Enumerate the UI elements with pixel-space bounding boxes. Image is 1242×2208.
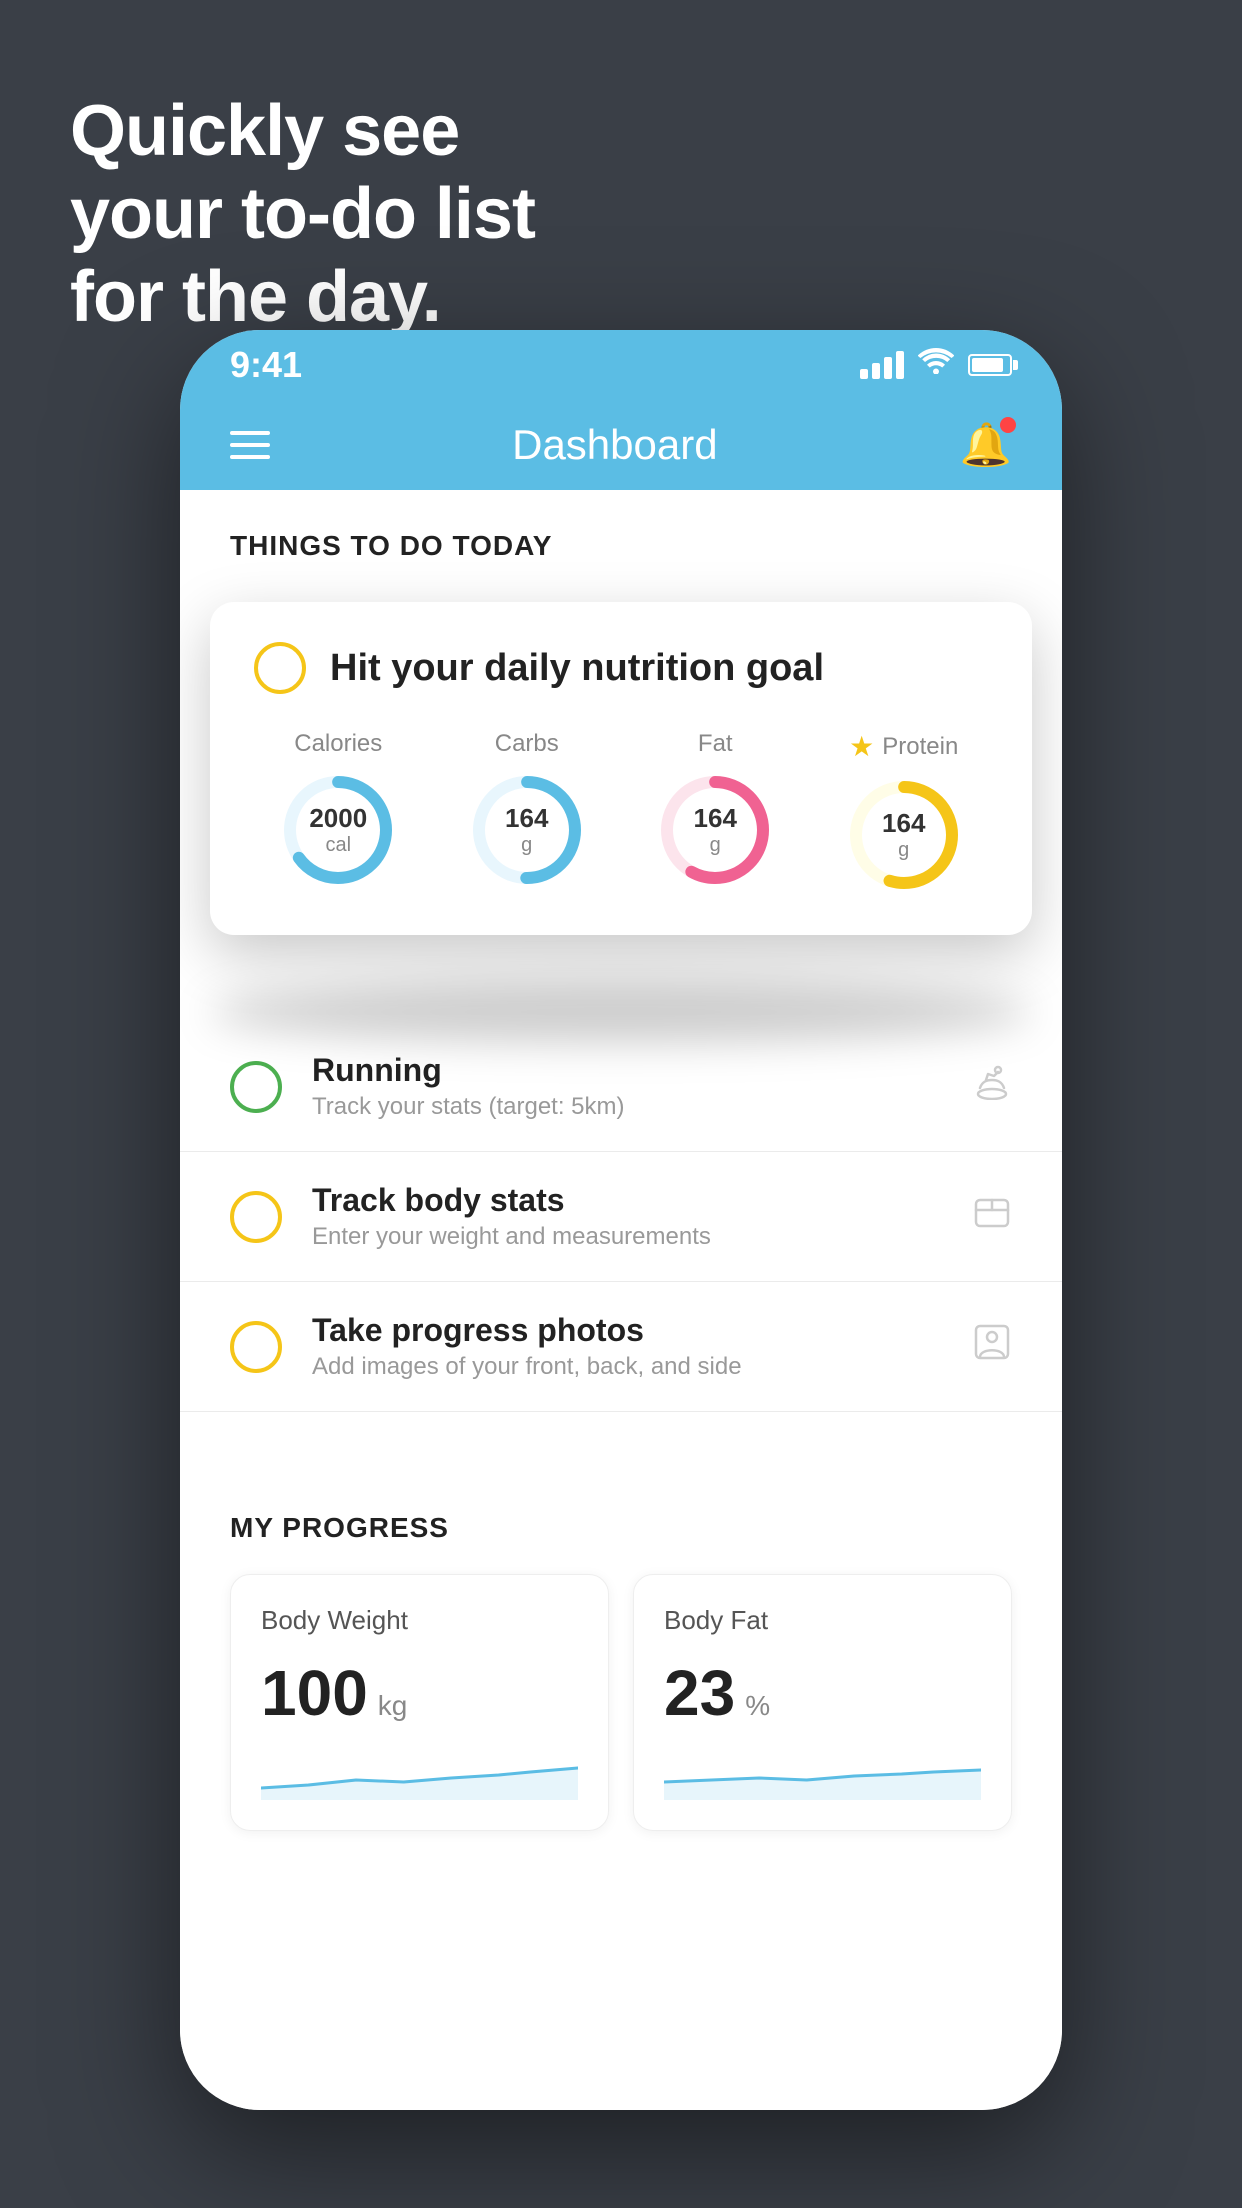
running-name: Running <box>312 1052 942 1089</box>
protein-unit: g <box>882 839 925 862</box>
photos-sub: Add images of your front, back, and side <box>312 1353 942 1381</box>
body-weight-number: 100 <box>261 1656 368 1730</box>
scale-icon <box>972 1192 1012 1241</box>
status-icons <box>860 348 1012 382</box>
fat-donut: 164 g <box>655 770 775 890</box>
photos-checkbox[interactable] <box>230 1321 282 1373</box>
fat-item: Fat 164 g <box>655 730 775 895</box>
body-weight-title: Body Weight <box>261 1605 578 1636</box>
calories-unit: cal <box>309 834 367 857</box>
running-icon <box>972 1064 1012 1109</box>
protein-value: 164 <box>882 808 925 839</box>
bell-icon[interactable]: 🔔 <box>960 421 1012 470</box>
things-to-do-title: THINGS TO DO TODAY <box>230 530 1012 562</box>
status-time: 9:41 <box>230 344 302 386</box>
photos-name: Take progress photos <box>312 1312 942 1349</box>
running-checkbox[interactable] <box>230 1061 282 1113</box>
fat-value: 164 <box>694 803 737 834</box>
todo-list: Running Track your stats (target: 5km) <box>180 1022 1062 1412</box>
nutrition-grid: Calories 2000 cal <box>254 730 988 895</box>
status-bar: 9:41 <box>180 330 1062 400</box>
progress-cards: Body Weight 100 kg Body Fat <box>230 1574 1012 1831</box>
todo-item-photos[interactable]: Take progress photos Add images of your … <box>180 1282 1062 1412</box>
body-stats-text: Track body stats Enter your weight and m… <box>312 1182 942 1251</box>
carbs-donut: 164 g <box>467 770 587 890</box>
body-stats-name: Track body stats <box>312 1182 942 1219</box>
headline-line3: for the day. <box>70 256 535 339</box>
headline: Quickly see your to-do list for the day. <box>70 90 535 338</box>
headline-line2: your to-do list <box>70 173 535 256</box>
nav-bar: Dashboard 🔔 <box>180 400 1062 490</box>
body-fat-unit: % <box>745 1690 770 1722</box>
protein-label: ★ Protein <box>849 730 958 763</box>
menu-button[interactable] <box>230 431 270 459</box>
running-text: Running Track your stats (target: 5km) <box>312 1052 942 1121</box>
todo-item-body-stats[interactable]: Track body stats Enter your weight and m… <box>180 1152 1062 1282</box>
fat-label: Fat <box>698 730 733 758</box>
card-shadow <box>210 982 1032 1042</box>
body-fat-value-row: 23 % <box>664 1656 981 1730</box>
my-progress-section: MY PROGRESS Body Weight 100 kg <box>180 1472 1062 1871</box>
photos-text: Take progress photos Add images of your … <box>312 1312 942 1381</box>
battery-icon <box>968 354 1012 376</box>
carbs-unit: g <box>505 834 548 857</box>
headline-line1: Quickly see <box>70 90 535 173</box>
wifi-icon <box>918 348 954 382</box>
carbs-item: Carbs 164 g <box>467 730 587 895</box>
body-weight-value-row: 100 kg <box>261 1656 578 1730</box>
card-title-row: Hit your daily nutrition goal <box>254 642 988 694</box>
body-weight-chart <box>261 1750 578 1800</box>
body-fat-title: Body Fat <box>664 1605 981 1636</box>
calories-item: Calories 2000 cal <box>278 730 398 895</box>
body-stats-checkbox[interactable] <box>230 1191 282 1243</box>
signal-icon <box>860 351 904 379</box>
nav-title: Dashboard <box>512 421 717 469</box>
featured-nutrition-card: Hit your daily nutrition goal Calories 2 <box>210 602 1032 935</box>
things-to-do-header: THINGS TO DO TODAY <box>180 490 1062 582</box>
body-fat-number: 23 <box>664 1656 735 1730</box>
body-weight-unit: kg <box>378 1690 408 1722</box>
person-icon <box>972 1322 1012 1371</box>
carbs-label: Carbs <box>495 730 559 758</box>
fat-unit: g <box>694 834 737 857</box>
body-weight-card[interactable]: Body Weight 100 kg <box>230 1574 609 1831</box>
body-fat-card[interactable]: Body Fat 23 % <box>633 1574 1012 1831</box>
body-fat-chart <box>664 1750 981 1800</box>
my-progress-title: MY PROGRESS <box>230 1512 1012 1544</box>
nutrition-checkbox[interactable] <box>254 642 306 694</box>
star-icon: ★ <box>849 730 874 763</box>
notification-dot <box>1000 417 1016 433</box>
carbs-value: 164 <box>505 803 548 834</box>
phone-content: THINGS TO DO TODAY Hit your daily nutrit… <box>180 490 1062 2110</box>
protein-donut: 164 g <box>844 775 964 895</box>
body-stats-sub: Enter your weight and measurements <box>312 1223 942 1251</box>
phone-frame: 9:41 Dashboard 🔔 <box>180 330 1062 2110</box>
calories-label: Calories <box>294 730 382 758</box>
calories-value: 2000 <box>309 803 367 834</box>
running-sub: Track your stats (target: 5km) <box>312 1093 942 1121</box>
spacer <box>180 1412 1062 1472</box>
protein-item: ★ Protein 164 g <box>844 730 964 895</box>
nutrition-card-title: Hit your daily nutrition goal <box>330 647 824 690</box>
calories-donut: 2000 cal <box>278 770 398 890</box>
